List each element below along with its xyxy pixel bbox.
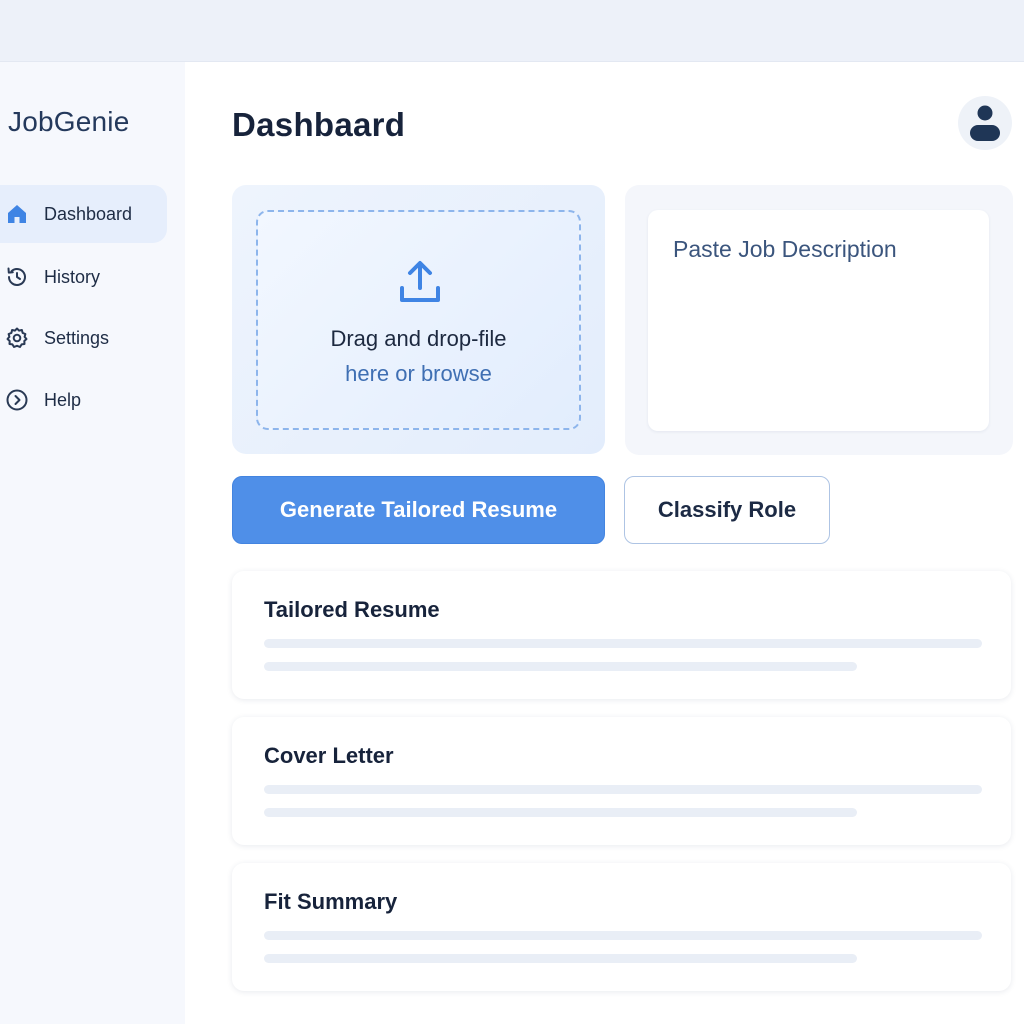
card-title: Fit Summary (264, 889, 398, 914)
classify-role-button[interactable]: Classify Role (624, 476, 830, 544)
job-description-panel (625, 185, 1013, 455)
skeleton-line (264, 954, 857, 963)
home-icon (5, 202, 29, 226)
upload-panel: Drag and drop-file here or browse (232, 185, 605, 454)
chevron-right-circle-icon (5, 388, 29, 412)
sidebar-item-label: History (44, 266, 101, 287)
fit-summary-card: Fit Summary (232, 863, 1011, 991)
avatar[interactable] (958, 96, 1012, 150)
sidebar-item-help[interactable]: Help (0, 371, 167, 429)
skeleton-line (264, 931, 982, 940)
sidebar-item-dashboard[interactable]: Dashboard (0, 185, 167, 243)
card-title: Tailored Resume (264, 597, 440, 622)
generate-tailored-resume-button[interactable]: Generate Tailored Resume (232, 476, 605, 544)
browse-link[interactable]: here or browse (258, 361, 579, 387)
history-icon (5, 265, 29, 289)
sidebar-item-label: Settings (44, 327, 110, 348)
skeleton-line (264, 662, 857, 671)
upload-icon (400, 261, 440, 302)
skeleton-line (264, 808, 857, 817)
file-dropzone[interactable]: Drag and drop-file here or browse (256, 210, 581, 430)
job-description-input[interactable] (648, 210, 989, 431)
sidebar-item-history[interactable]: History (0, 248, 167, 306)
user-icon (970, 105, 1000, 141)
skeleton-line (264, 639, 982, 648)
page-title: Dashbaard (232, 106, 406, 143)
cover-letter-card: Cover Letter (232, 717, 1011, 845)
tailored-resume-card: Tailored Resume (232, 571, 1011, 699)
sidebar-item-label: Dashboard (44, 203, 133, 224)
skeleton-line (264, 785, 982, 794)
dropzone-text: Drag and drop-file (330, 326, 507, 351)
gear-icon (5, 326, 29, 350)
card-title: Cover Letter (264, 743, 394, 768)
sidebar-item-label: Help (44, 389, 82, 410)
brand-logo[interactable]: JobGenie (8, 106, 129, 138)
top-bar (0, 0, 1024, 62)
sidebar-item-settings[interactable]: Settings (0, 309, 167, 367)
